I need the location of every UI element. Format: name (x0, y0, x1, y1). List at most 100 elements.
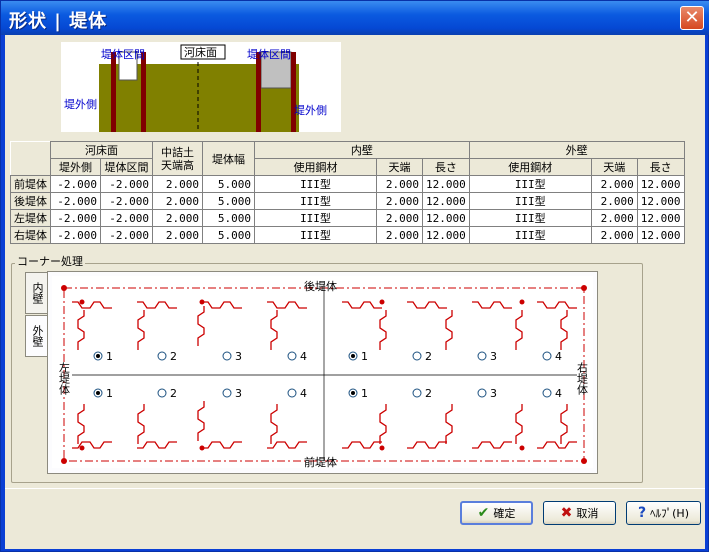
table-cell[interactable]: 2.000 (152, 192, 203, 210)
table-cell[interactable]: 12.000 (422, 209, 470, 227)
corner-radio-4[interactable] (542, 351, 552, 361)
joint-dot (79, 299, 85, 305)
table-cell[interactable]: 2.000 (376, 226, 423, 244)
table-cell[interactable]: -2.000 (100, 209, 153, 227)
table-cell[interactable]: 2.000 (376, 192, 423, 210)
table-cell[interactable]: 5.000 (202, 226, 255, 244)
table-cell[interactable]: 2.000 (152, 175, 203, 193)
header-inner-top: 天端 (376, 158, 423, 176)
row-header: 後堤体 (10, 192, 51, 210)
close-button[interactable]: ✕ (680, 6, 704, 30)
table-cell[interactable]: -2.000 (100, 175, 153, 193)
sheet-pile-mark (342, 441, 382, 449)
corner-dot (61, 285, 67, 291)
sheet-pile-vertical-mark (379, 404, 387, 444)
table-cell[interactable]: III型 (254, 226, 377, 244)
dike-spec-table: 河床面 中詰土 天端高 堤体幅 内壁 外壁 堤外側 堤体区間 使用鋼材 天端 長さ… (10, 141, 685, 244)
label-left-dike: 左堤体 (58, 362, 71, 395)
sheet-pile-vertical-mark (137, 310, 145, 350)
right-sheet-pile-2 (291, 52, 296, 132)
table-cell[interactable]: -2.000 (100, 226, 153, 244)
header-outer-material: 使用鋼材 (468, 158, 592, 176)
client-area: 堤体区間 河床面 堤体区間 堤外側 堤外側 河床面 中詰土 天端高 堤体幅 内壁 … (5, 35, 705, 549)
cancel-button[interactable]: ✖ 取消 (543, 501, 616, 525)
table-cell[interactable]: -2.000 (100, 192, 153, 210)
table-cell[interactable]: III型 (468, 209, 592, 227)
label-back-dike: 後堤体 (304, 279, 337, 293)
sheet-pile-vertical-mark (197, 401, 205, 441)
joint-dot (379, 299, 385, 305)
corner-radio-3[interactable] (222, 351, 232, 361)
table-cell[interactable]: 5.000 (202, 192, 255, 210)
table-cell[interactable]: 12.000 (422, 192, 470, 210)
question-icon: ? (638, 505, 647, 521)
header-width: 堤体幅 (202, 141, 255, 176)
header-section: 堤体区間 (100, 158, 153, 176)
joint-dot (199, 445, 205, 451)
table-cell[interactable]: -2.000 (50, 226, 101, 244)
ok-button[interactable]: ✔ 確定 (460, 501, 533, 525)
header-inner-length: 長さ (422, 158, 470, 176)
table-cell[interactable]: -2.000 (50, 209, 101, 227)
table-cell[interactable]: 12.000 (422, 175, 470, 193)
tab-outer-wall[interactable]: 外壁 (25, 315, 47, 357)
corner-radio-3[interactable] (477, 388, 487, 398)
table-row: 左堤体 -2.000 -2.000 2.000 5.000 III型 2.000 12.000… (10, 209, 685, 227)
table-cell[interactable]: 12.000 (636, 226, 685, 244)
corner-radio-3[interactable] (477, 351, 487, 361)
joint-dot (79, 445, 85, 451)
sheet-pile-mark (137, 441, 177, 449)
table-cell[interactable]: 12.000 (636, 192, 685, 210)
table-cell[interactable]: III型 (468, 226, 592, 244)
corner-radio-label: 1 (106, 350, 113, 363)
sheet-pile-mark (72, 301, 112, 309)
table-cell[interactable]: 2.000 (376, 175, 423, 193)
corner-radio-2[interactable] (412, 351, 422, 361)
table-cell[interactable]: III型 (468, 175, 592, 193)
tab-inner-wall[interactable]: 内壁 (25, 272, 47, 314)
table-cell[interactable]: 2.000 (152, 209, 203, 227)
corner-radio-2[interactable] (412, 388, 422, 398)
label-right-section: 堤体区間 (247, 47, 291, 61)
corner-radio-label: 4 (300, 387, 307, 400)
table-cell[interactable]: III型 (468, 192, 592, 210)
corner-radio-2[interactable] (157, 388, 167, 398)
table-cell[interactable]: 2.000 (152, 226, 203, 244)
header-fill-top: 中詰土 天端高 (152, 141, 203, 176)
corner-radio-4[interactable] (287, 351, 297, 361)
table-cell[interactable]: III型 (254, 209, 377, 227)
table-cell[interactable]: -2.000 (50, 192, 101, 210)
corner-radio-4[interactable] (542, 388, 552, 398)
corner-radio-3[interactable] (222, 388, 232, 398)
radio-dot (96, 391, 100, 395)
table-cell[interactable]: III型 (254, 192, 377, 210)
joint-dot (199, 299, 205, 305)
sheet-pile-vertical-mark (77, 310, 85, 350)
table-cell[interactable]: 2.000 (590, 209, 638, 227)
table-cell[interactable]: 2.000 (376, 209, 423, 227)
title-bar[interactable]: 形状 | 堤体 ✕ (1, 1, 709, 35)
table-cell[interactable]: 2.000 (590, 226, 638, 244)
corner-radio-4[interactable] (287, 388, 297, 398)
table-cell[interactable]: -2.000 (50, 175, 101, 193)
table-row: 後堤体 -2.000 -2.000 2.000 5.000 III型 2.000 12.000… (10, 192, 685, 210)
corner-radio-2[interactable] (157, 351, 167, 361)
table-cell[interactable]: 2.000 (590, 175, 638, 193)
corner-radio-label: 4 (300, 350, 307, 363)
table-cell[interactable]: 12.000 (636, 209, 685, 227)
corner-radio-label: 3 (235, 387, 242, 400)
help-button[interactable]: ? ﾍﾙﾌﾟ(H) (626, 501, 701, 525)
table-cell[interactable]: 5.000 (202, 175, 255, 193)
table-cell[interactable]: 12.000 (422, 226, 470, 244)
table-cell[interactable]: 5.000 (202, 209, 255, 227)
sheet-pile-mark (472, 301, 512, 309)
table-cell[interactable]: 12.000 (636, 175, 685, 193)
table-cell[interactable]: 2.000 (590, 192, 638, 210)
label-left-section: 堤体区間 (101, 47, 145, 61)
dialog-window: 形状 | 堤体 ✕ 堤体区間 河床面 堤体区間 堤外側 堤外側 河床面 中詰土 … (0, 0, 709, 552)
label-riverbed: 河床面 (184, 45, 217, 59)
sheet-pile-mark (202, 301, 242, 309)
ok-button-label: 確定 (493, 507, 516, 520)
sheet-pile-mark (407, 441, 447, 449)
table-cell[interactable]: III型 (254, 175, 377, 193)
